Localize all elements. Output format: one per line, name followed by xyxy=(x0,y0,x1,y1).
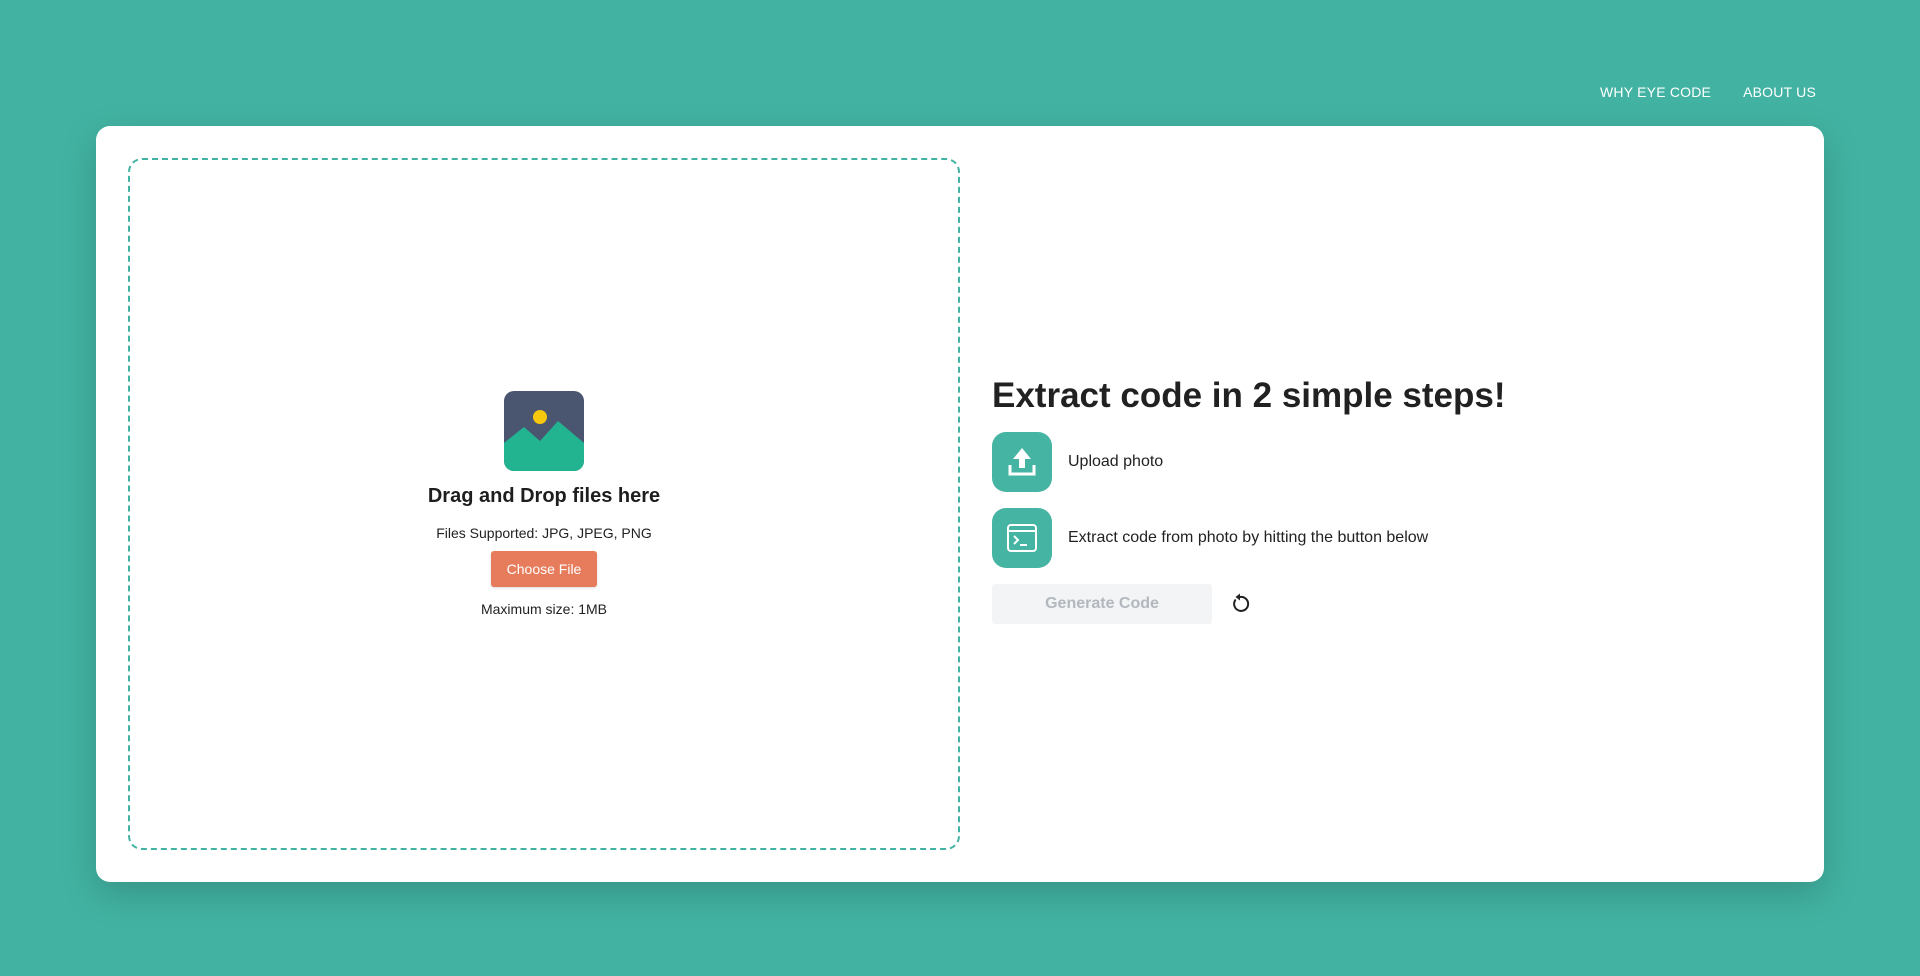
upload-icon xyxy=(992,432,1052,493)
max-size-note: Maximum size: 1MB xyxy=(480,601,608,617)
dropzone-title: Drag and Drop files here xyxy=(427,485,661,507)
actions-row: Generate Code xyxy=(992,584,1752,625)
main-card: Drag and Drop files here Files Supported… xyxy=(96,126,1824,882)
step-upload-text: Upload photo xyxy=(1068,453,1164,471)
reset-icon[interactable] xyxy=(1228,592,1252,616)
step-upload: Upload photo xyxy=(992,432,1752,493)
step-extract-text: Extract code from photo by hitting the b… xyxy=(1068,529,1429,547)
generate-code-button[interactable]: Generate Code xyxy=(992,584,1212,625)
steps-heading: Extract code in 2 simple steps! xyxy=(992,376,1506,415)
file-dropzone[interactable]: Drag and Drop files here Files Supported… xyxy=(128,158,960,850)
top-nav: WHY EYE CODE ABOUT US xyxy=(1600,84,1816,100)
image-placeholder-icon xyxy=(504,391,584,471)
terminal-icon xyxy=(992,508,1052,569)
steps-panel: Extract code in 2 simple steps! Upload p… xyxy=(992,376,1752,625)
supported-formats: Files Supported: JPG, JPEG, PNG xyxy=(436,525,652,541)
nav-about-us[interactable]: ABOUT US xyxy=(1743,84,1816,100)
choose-file-button[interactable]: Choose File xyxy=(491,551,597,587)
nav-why-eye-code[interactable]: WHY EYE CODE xyxy=(1600,84,1711,100)
step-extract: Extract code from photo by hitting the b… xyxy=(992,508,1752,569)
